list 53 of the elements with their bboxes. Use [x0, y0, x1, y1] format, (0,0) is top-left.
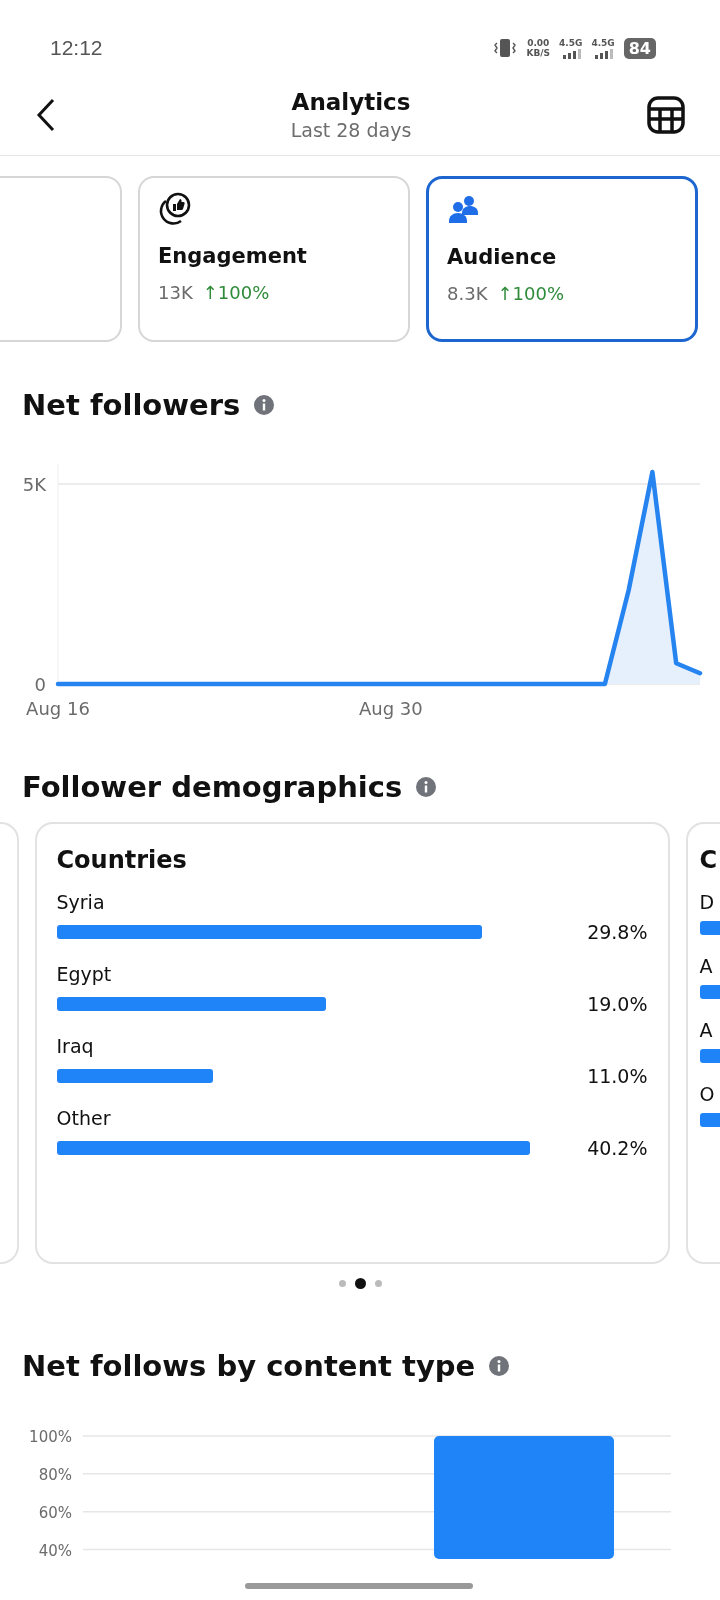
metric-card[interactable]: Audience 8.3K ↑100%	[426, 176, 698, 342]
net-speed: 0.00	[527, 38, 550, 48]
page-dot[interactable]	[338, 1280, 346, 1287]
row-label: A	[699, 1018, 714, 1042]
axis-label: 5K	[22, 474, 46, 495]
country-label: Other	[56, 1106, 112, 1130]
axis-label: Aug 30	[359, 698, 423, 719]
metric-change: ↑100%	[202, 282, 270, 303]
signal-icon	[592, 48, 615, 59]
page-title: Analytics	[291, 88, 411, 115]
axis-label: 100%	[29, 1428, 72, 1446]
share-value: 11.0%	[586, 1065, 648, 1087]
thumbs-up-icon	[158, 192, 192, 226]
network-type: 4.5G	[591, 37, 615, 48]
net-unit: KB/S	[526, 48, 551, 58]
network-type: 4.5G	[559, 37, 583, 48]
battery-level: 84	[623, 37, 656, 59]
table-icon[interactable]	[646, 94, 686, 135]
row-label: D	[699, 890, 716, 914]
axis-label: 80%	[38, 1465, 72, 1484]
section-title: Net followers	[22, 388, 241, 422]
metric-card[interactable]: Engagement 13K ↑100%	[138, 176, 410, 342]
metric-label: Audience	[447, 245, 558, 269]
next-card[interactable]: C D A A O	[685, 822, 720, 1264]
axis-label: 0	[34, 674, 46, 695]
metric-change: ↑100%	[497, 283, 564, 304]
metric-value: 13K	[158, 282, 193, 303]
page-subtitle: Last 28 days	[290, 118, 412, 141]
page-dot[interactable]	[374, 1280, 382, 1287]
country-label: Iraq	[56, 1034, 95, 1058]
axis-label: 60%	[38, 1503, 72, 1522]
axis-label: 40%	[38, 1541, 72, 1559]
metric-value: 8.3K	[447, 283, 488, 304]
section-title: Follower demographics	[22, 770, 403, 804]
info-icon[interactable]	[416, 777, 437, 797]
share-value: 29.8%	[586, 921, 648, 943]
row-label: A	[699, 954, 714, 978]
share-value: 19.0%	[586, 993, 648, 1015]
card-title: Countries	[56, 846, 188, 874]
back-icon[interactable]	[36, 97, 56, 132]
info-icon[interactable]	[489, 1356, 510, 1376]
row-label: O	[699, 1082, 716, 1106]
axis-label: Aug 16	[26, 698, 90, 719]
info-icon[interactable]	[254, 395, 275, 415]
page-dot[interactable]	[354, 1278, 366, 1289]
section-title: Net follows by content type	[22, 1349, 476, 1383]
vibrate-icon	[493, 38, 518, 58]
status-time: 12:12	[50, 36, 103, 60]
country-label: Syria	[56, 890, 106, 914]
country-label: Egypt	[56, 962, 113, 986]
card-title: C	[699, 846, 719, 874]
metric-label: Engagement	[158, 244, 308, 268]
share-value: 40.2%	[586, 1137, 648, 1159]
